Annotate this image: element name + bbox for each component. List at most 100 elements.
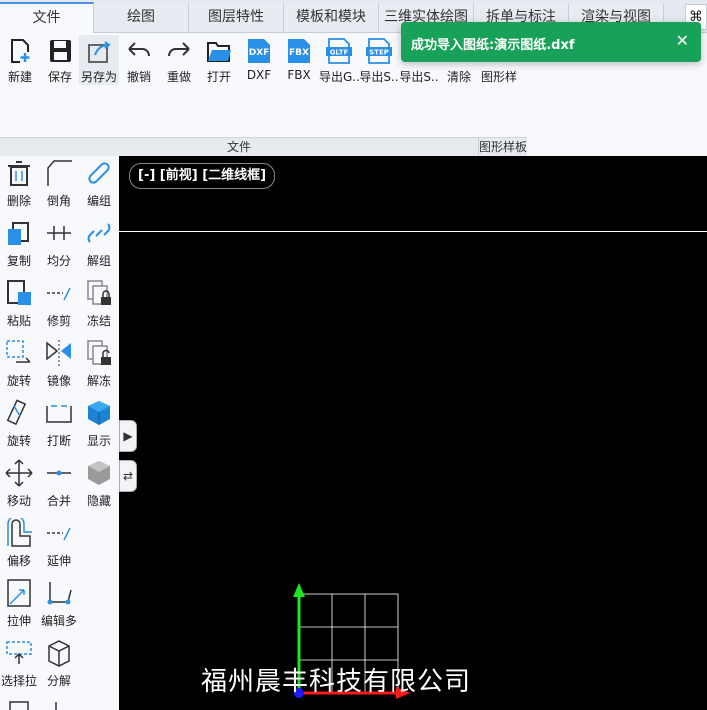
join-button[interactable]: 合并	[40, 458, 78, 518]
save-button[interactable]: 保存	[40, 35, 80, 85]
offset-icon	[7, 518, 32, 547]
show-button[interactable]: 显示	[80, 398, 118, 458]
select-stretch-icon	[6, 641, 32, 664]
svg-text:GLTF: GLTF	[330, 49, 349, 57]
delete-label: 删除	[6, 194, 31, 208]
group-button[interactable]: 编组	[80, 158, 118, 218]
mirror-button[interactable]: 镜像	[40, 338, 78, 398]
trim-icon	[47, 287, 71, 301]
fbx-button[interactable]: FBX FBX	[279, 35, 319, 85]
swap-icon[interactable]: ⇄	[119, 460, 137, 492]
select-stretch-button[interactable]: 选择拉	[0, 638, 38, 698]
drawing-line	[119, 231, 707, 232]
save-as-button[interactable]: 另存为	[79, 35, 119, 85]
break-icon	[46, 405, 72, 423]
mirror-icon	[46, 340, 71, 366]
unfreeze-label: 解冻	[86, 374, 111, 388]
more-tool-button-2[interactable]	[40, 698, 78, 710]
divide-icon	[47, 226, 71, 240]
show-icon	[88, 401, 110, 425]
tab-file[interactable]: 文件	[0, 2, 94, 33]
offset-button[interactable]: 偏移	[0, 518, 38, 578]
chamfer-button[interactable]: 倒角	[40, 158, 78, 218]
chamfer-icon	[47, 160, 72, 186]
divide-button[interactable]: 均分	[40, 218, 78, 278]
divide-label: 均分	[46, 254, 71, 268]
group-label: 编组	[86, 194, 111, 208]
edit-polyline-button[interactable]: 编辑多	[40, 578, 78, 638]
tab-templates-modules[interactable]: 模板和模块	[284, 3, 379, 32]
save-as-icon	[88, 41, 111, 63]
folder-open-icon	[207, 42, 231, 62]
rotate-3d-button[interactable]: 旋转	[0, 398, 38, 458]
move-button[interactable]: 移动	[0, 458, 38, 518]
break-button[interactable]: 打断	[40, 398, 78, 458]
save-label: 保存	[47, 70, 72, 84]
new-button[interactable]: 新建	[0, 35, 40, 85]
toast-message: 成功导入图纸:演示图纸.dxf	[411, 38, 575, 53]
export-s-label: 导出S..	[399, 70, 439, 84]
redo-icon	[168, 42, 190, 57]
delete-button[interactable]: 删除	[0, 158, 38, 218]
stretch-button[interactable]: 拉伸	[0, 578, 38, 638]
tab-layer-properties[interactable]: 图层特性	[189, 3, 284, 32]
shape-style-label: 图形样	[480, 70, 517, 84]
export-step-button[interactable]: STEP 导出S..	[359, 35, 399, 85]
hide-button[interactable]: 隐藏	[80, 458, 118, 518]
stretch-label: 拉伸	[6, 614, 31, 628]
edit-polyline-label: 编辑多	[40, 614, 77, 628]
redo-label: 重做	[166, 70, 191, 84]
collapse-right-icon[interactable]: ▶	[119, 420, 137, 452]
chamfer-label: 倒角	[46, 194, 71, 208]
offset-label: 偏移	[6, 554, 31, 568]
fbx-icon: FBX	[288, 39, 310, 63]
copy-label: 复制	[6, 254, 31, 268]
tool-icon	[55, 702, 57, 710]
tab-draw[interactable]: 绘图	[94, 3, 189, 32]
view-mode-label[interactable]: [-] [前视] [二维线框]	[129, 163, 276, 189]
svg-text:DXF: DXF	[249, 48, 270, 58]
fbx-label: FBX	[287, 68, 311, 82]
more-tool-button[interactable]	[0, 698, 38, 710]
explode-button[interactable]: 分解	[40, 638, 78, 698]
export-gltf-label: 导出G..	[319, 70, 359, 84]
explode-icon	[48, 640, 70, 667]
unfreeze-icon	[87, 340, 111, 365]
tool-icon	[9, 701, 29, 710]
trim-button[interactable]: 修剪	[40, 278, 78, 338]
dxf-button[interactable]: DXF DXF	[239, 35, 279, 85]
left-toolbar: 删除 倒角 编组 复制 均分 解组 粘贴 修剪 冻结 旋转 镜像 解冻 旋转 打…	[0, 156, 120, 710]
paste-icon	[7, 280, 31, 305]
explode-label: 分解	[46, 674, 71, 688]
export-step-icon: STEP	[366, 38, 392, 64]
undo-button[interactable]: 撤销	[119, 35, 159, 85]
clear-label: 清除	[446, 70, 471, 84]
unfreeze-button[interactable]: 解冻	[80, 338, 118, 398]
export-gltf-button[interactable]: GLTF 导出G..	[319, 35, 359, 85]
rotate-3d-label: 旋转	[6, 434, 31, 448]
select-stretch-label: 选择拉	[0, 674, 37, 688]
group-file: 文件	[0, 137, 478, 156]
extend-button[interactable]: 延伸	[40, 518, 78, 578]
open-button[interactable]: 打开	[199, 35, 239, 85]
ungroup-icon	[87, 223, 111, 243]
extend-icon	[47, 527, 71, 541]
freeze-button[interactable]: 冻结	[80, 278, 118, 338]
rotate-label: 旋转	[6, 374, 31, 388]
export-gltf-icon: GLTF	[326, 38, 352, 64]
close-icon[interactable]: ✕	[676, 31, 689, 50]
success-toast: 成功导入图纸:演示图纸.dxf ✕	[401, 22, 701, 62]
hide-icon	[88, 461, 110, 485]
stretch-icon	[7, 579, 31, 607]
redo-button[interactable]: 重做	[159, 35, 199, 85]
ungroup-label: 解组	[86, 254, 111, 268]
drawing-viewport[interactable]: [-] [前视] [二维线框] ▶ ⇄ 福州晨丰科技有限公司	[119, 156, 707, 710]
ungroup-button[interactable]: 解组	[80, 218, 118, 278]
paste-button[interactable]: 粘贴	[0, 278, 38, 338]
svg-text:FBX: FBX	[289, 48, 309, 58]
copy-button[interactable]: 复制	[0, 218, 38, 278]
undo-label: 撤销	[126, 70, 151, 84]
company-watermark: 福州晨丰科技有限公司	[201, 667, 472, 697]
rotate-button[interactable]: 旋转	[0, 338, 38, 398]
save-as-label: 另存为	[80, 70, 117, 84]
